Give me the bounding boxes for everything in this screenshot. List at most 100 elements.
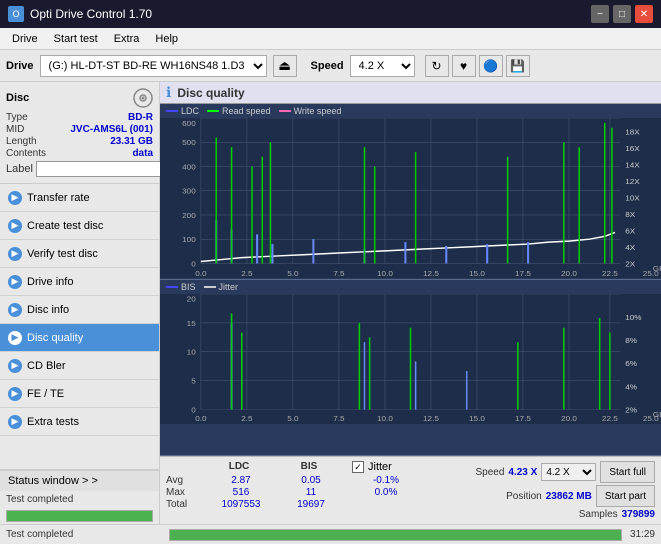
speed-select-small[interactable]: 4.2 X xyxy=(541,463,596,481)
read-color xyxy=(207,110,219,112)
drive-label: Drive xyxy=(6,60,34,72)
speed-stat-label: Speed xyxy=(475,467,504,478)
quality-header: ℹ Disc quality xyxy=(160,82,661,104)
svg-text:15.0: 15.0 xyxy=(469,269,485,278)
length-label: Length xyxy=(6,136,37,147)
sidebar-item-create-test-disc[interactable]: ▶ Create test disc xyxy=(0,212,159,240)
chart2-container: BIS Jitter xyxy=(160,280,661,456)
svg-text:6%: 6% xyxy=(625,359,637,368)
contents-label: Contents xyxy=(6,148,46,159)
label-input[interactable] xyxy=(36,161,174,177)
disc-quality-label: Disc quality xyxy=(27,332,83,344)
eject-button[interactable]: ⏏ xyxy=(273,55,297,77)
legend-jitter-label: Jitter xyxy=(219,282,239,292)
sidebar-item-cd-bler[interactable]: ▶ CD Bler xyxy=(0,352,159,380)
samples-value: 379899 xyxy=(622,509,655,520)
cd-bler-icon: ▶ xyxy=(8,359,22,373)
bottom-progress-fill xyxy=(170,530,621,540)
sidebar-item-verify-test-disc[interactable]: ▶ Verify test disc xyxy=(0,240,159,268)
sidebar-item-transfer-rate[interactable]: ▶ Transfer rate xyxy=(0,184,159,212)
jitter-checkbox[interactable]: ✓ xyxy=(352,461,364,473)
progress-bar xyxy=(6,510,153,522)
maximize-button[interactable]: □ xyxy=(613,5,631,23)
svg-text:5.0: 5.0 xyxy=(287,414,299,423)
legend-read: Read speed xyxy=(207,106,271,116)
sidebar: Disc Type BD-R MID JVC-AMS6L (001) Lengt… xyxy=(0,82,160,524)
verify-test-disc-icon: ▶ xyxy=(8,247,22,261)
max-jitter: 0.0% xyxy=(346,487,426,498)
svg-text:20: 20 xyxy=(187,295,197,304)
svg-text:10%: 10% xyxy=(625,313,641,322)
chart2-svg: 0 5 10 15 20 2% 4% 6% 8% 10% 0.0 2.5 5.0… xyxy=(160,294,661,424)
sidebar-item-extra-tests[interactable]: ▶ Extra tests xyxy=(0,408,159,436)
chart1-svg: 0 100 200 300 400 500 600 2X 4X 6X 8X 10… xyxy=(160,118,661,278)
svg-text:2%: 2% xyxy=(625,406,637,415)
svg-text:20.0: 20.0 xyxy=(561,414,578,423)
samples-label: Samples xyxy=(579,509,618,520)
stats-right: Speed 4.23 X 4.2 X Start full Position 2… xyxy=(475,461,655,520)
sidebar-item-disc-info[interactable]: ▶ Disc info xyxy=(0,296,159,324)
drivebar: Drive (G:) HL-DT-ST BD-RE WH16NS48 1.D3 … xyxy=(0,50,661,82)
avg-bis: 0.05 xyxy=(276,475,346,486)
max-bis: 11 xyxy=(276,487,346,498)
svg-text:15: 15 xyxy=(187,319,197,328)
fe-te-label: FE / TE xyxy=(27,388,64,400)
disc-info-icon: ▶ xyxy=(8,303,22,317)
svg-text:12X: 12X xyxy=(625,177,640,186)
chart1-container: LDC Read speed Write speed xyxy=(160,104,661,280)
start-part-button[interactable]: Start part xyxy=(596,485,655,507)
save-button[interactable]: 💾 xyxy=(506,55,530,77)
menu-extra[interactable]: Extra xyxy=(106,31,148,47)
col-jitter: Jitter xyxy=(368,461,392,473)
menu-drive[interactable]: Drive xyxy=(4,31,46,47)
menu-help[interactable]: Help xyxy=(147,31,186,47)
bottom-progress-bar xyxy=(169,529,622,541)
status-bar-left: Status window > > Test completed xyxy=(0,469,159,524)
status-text: Test completed xyxy=(0,491,159,508)
create-test-disc-icon: ▶ xyxy=(8,219,22,233)
svg-text:7.5: 7.5 xyxy=(333,269,345,278)
status-window-button[interactable]: Status window > > xyxy=(0,470,159,491)
speed-label: Speed xyxy=(311,60,344,72)
legend-write: Write speed xyxy=(279,106,342,116)
svg-text:10X: 10X xyxy=(625,194,640,203)
drive-select[interactable]: (G:) HL-DT-ST BD-RE WH16NS48 1.D3 xyxy=(40,55,267,77)
svg-text:300: 300 xyxy=(182,187,196,196)
minimize-button[interactable]: − xyxy=(591,5,609,23)
position-value: 23862 MB xyxy=(546,491,592,502)
svg-text:2.5: 2.5 xyxy=(241,269,253,278)
favorite-button[interactable]: ♥ xyxy=(452,55,476,77)
transfer-rate-icon: ▶ xyxy=(8,191,22,205)
sidebar-item-drive-info[interactable]: ▶ Drive info xyxy=(0,268,159,296)
disc-info-label: Disc info xyxy=(27,304,69,316)
start-full-button[interactable]: Start full xyxy=(600,461,655,483)
titlebar: O Opti Drive Control 1.70 − □ ✕ xyxy=(0,0,661,28)
svg-text:GB: GB xyxy=(653,264,661,273)
drive-toolbar: ↻ ♥ 🔵 💾 xyxy=(425,55,530,77)
app-icon: O xyxy=(8,6,24,22)
disc-quality-icon: ▶ xyxy=(8,331,22,345)
drive-info-icon: ▶ xyxy=(8,275,22,289)
create-test-disc-label: Create test disc xyxy=(27,220,103,232)
bis-color xyxy=(166,286,178,288)
type-value: BD-R xyxy=(128,112,153,123)
total-bis: 19697 xyxy=(276,499,346,510)
svg-text:10: 10 xyxy=(187,348,197,357)
status-window-label: Status window > > xyxy=(8,475,98,487)
extra-tests-icon: ▶ xyxy=(8,415,22,429)
speed-select[interactable]: 4.2 X xyxy=(350,55,415,77)
menu-start-test[interactable]: Start test xyxy=(46,31,106,47)
chart2-legend: BIS Jitter xyxy=(160,280,661,294)
refresh-button[interactable]: ↻ xyxy=(425,55,449,77)
legend-read-label: Read speed xyxy=(222,106,271,116)
bottom-time: 31:29 xyxy=(630,529,655,540)
close-button[interactable]: ✕ xyxy=(635,5,653,23)
speed-stat-value: 4.23 X xyxy=(508,467,537,478)
row-avg-label: Avg xyxy=(166,475,206,486)
sidebar-item-fe-te[interactable]: ▶ FE / TE xyxy=(0,380,159,408)
col-bis: BIS xyxy=(274,461,344,473)
info-button[interactable]: 🔵 xyxy=(479,55,503,77)
sidebar-item-disc-quality[interactable]: ▶ Disc quality xyxy=(0,324,159,352)
svg-text:400: 400 xyxy=(182,163,196,172)
svg-text:8%: 8% xyxy=(625,336,637,345)
